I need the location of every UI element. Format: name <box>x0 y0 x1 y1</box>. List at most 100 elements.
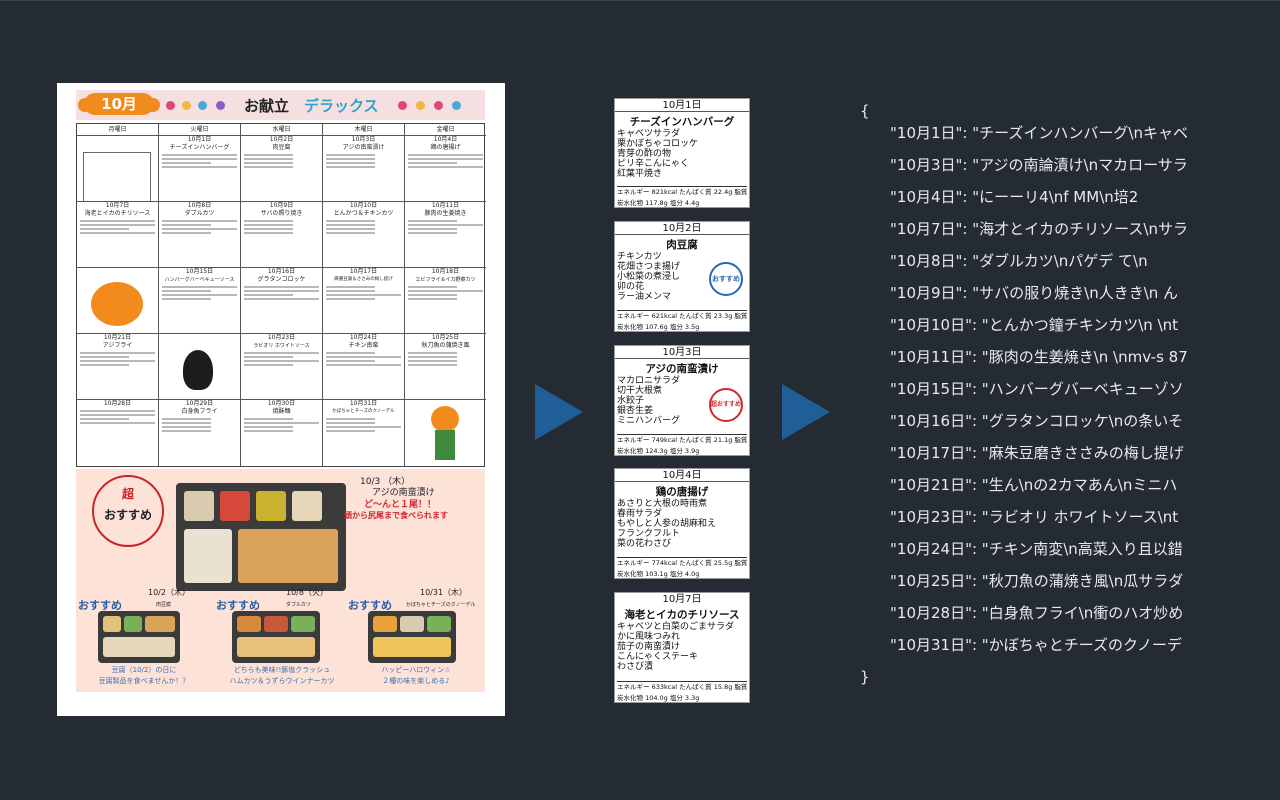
json-output: { "10月1日": "チーズインハンバーグ\nキャベ "10月3日": "アジ… <box>860 100 1222 700</box>
crop-dish: 肉豆腐 <box>666 239 698 251</box>
cell-dish: 麻婆豆腐＆ささみの梅し提げ <box>334 277 393 282</box>
cell-date: 10月23日 <box>267 334 296 341</box>
flow-arrow <box>782 384 830 440</box>
pumpkin-icon <box>78 98 92 112</box>
weekday-header: 月曜日 <box>77 124 159 136</box>
cell-date: 10月31日 <box>349 400 378 407</box>
crop-date: 10月2日 <box>615 222 749 235</box>
mini-bento-photo <box>98 611 180 663</box>
crop-nutrition-sub: 炭水化物 117.8g 塩分 4.4g <box>617 199 700 207</box>
calendar-cell[interactable]: 10月3日 アジの南蛮漬け <box>323 136 405 202</box>
cell-dish: サバの照り焼き <box>260 210 303 217</box>
json-line: "10月1日": "チーズインハンバーグ\nキャベ <box>890 124 1188 142</box>
crop-card: 10月2日 肉豆腐 チキンカツ 花畑さつま揚げ 小松菜の煮浸し 卯の花 ラー油メ… <box>614 221 750 332</box>
recommend-section: 超 おすすめ 10/3 （木） アジの南蛮漬け ど～んと１尾！！ 頭から尻尾まで… <box>76 469 485 692</box>
crop-card: 10月7日 海老とイカのチリソース キャベツと白菜のごまサラダ かに風味つみれ … <box>614 592 750 703</box>
json-line: "10月21日": "生ん\nの2カマあん\nミニハ <box>890 476 1178 494</box>
calendar-cell[interactable]: 10月9日 サバの照り焼き <box>241 202 323 268</box>
crop-dish: アジの南蛮漬け <box>645 363 719 375</box>
calendar-cell[interactable]: 10月7日 海老とイカのチリソース <box>77 202 159 268</box>
crop-date: 10月4日 <box>615 469 749 482</box>
calendar-cell[interactable]: 10月25日 秋刀魚の蒲焼き風 <box>405 334 486 400</box>
calendar-image-cell <box>77 268 159 334</box>
candy-icon <box>198 101 207 110</box>
calendar-cell[interactable]: 10月16日 グラタンコロッケ <box>241 268 323 334</box>
json-line: "10月9日": "サバの服り焼き\n人きき\n ん <box>890 284 1179 302</box>
cell-dish: 肉豆腐 <box>272 144 291 151</box>
candy-icon <box>182 101 191 110</box>
menu-sheet: 10月 お献立 デラックス 月曜日 火曜日 水曜日 木曜日 金曜日 10月1日 … <box>57 83 505 716</box>
json-line: "10月16日": "グラタンコロッケ\nの条いそ <box>890 412 1184 430</box>
calendar-cell[interactable]: 10月31日 かぼちゃとチーズのクノーデル <box>323 400 405 466</box>
cell-dish: ダブルカツ <box>184 210 215 217</box>
cell-date: 10月18日 <box>431 268 460 275</box>
candy-icon <box>416 101 425 110</box>
calendar-cell[interactable]: 10月24日 チキン南蛮 <box>323 334 405 400</box>
promo-catch: ど～んと１尾！！ <box>364 500 437 510</box>
calendar-cell[interactable]: 10月15日 ハンバーグバーベキューソース <box>159 268 241 334</box>
bento-photo <box>176 483 346 591</box>
json-line: "10月8日": "ダブルカツ\nパゲデ て\n <box>890 252 1148 270</box>
cell-dish: 秋刀魚の蒲焼き風 <box>421 342 470 349</box>
mini-date: 10/31（木） <box>420 588 468 597</box>
calendar-cell[interactable]: 10月17日 麻婆豆腐＆ささみの梅し提げ <box>323 268 405 334</box>
candy-icon <box>166 101 175 110</box>
calendar-note-cell <box>77 136 159 202</box>
json-line: "10月17日": "麻朱豆磨きささみの梅し提げ <box>890 444 1184 462</box>
calendar-cell[interactable]: 10月23日 ラビオリ ホワイトソース <box>241 334 323 400</box>
cell-date: 10月1日 <box>187 136 212 143</box>
calendar-cell[interactable]: 10月28日 <box>77 400 159 466</box>
calendar-cell[interactable]: 10月2日 肉豆腐 <box>241 136 323 202</box>
menu-banner: 10月 お献立 デラックス <box>76 90 485 120</box>
menu-title-deluxe: デラックス <box>304 97 379 115</box>
cell-dish: とんかつ＆チキンカツ <box>333 210 394 217</box>
json-line: "10月3日": "アジの南論漬け\nマカローサラ <box>890 156 1188 174</box>
weekday-header: 水曜日 <box>241 124 323 136</box>
mini-bento-photo <box>368 611 456 663</box>
crop-nutrition: エネルギー 749kcal たんぱく質 21.1g 脂質 16.6g <box>617 434 749 444</box>
menu-calendar: 月曜日 火曜日 水曜日 木曜日 金曜日 10月1日 チーズインハンバーグ 10月… <box>76 123 486 467</box>
cell-dish: アジの南蛮漬け <box>342 144 385 151</box>
crop-date: 10月7日 <box>662 594 702 605</box>
weekday-header: 木曜日 <box>323 124 405 136</box>
calendar-cell[interactable]: 10月11日 豚肉の生姜焼き <box>405 202 486 268</box>
cell-dish: グラタンコロッケ <box>257 276 306 283</box>
weekday-header: 金曜日 <box>405 124 486 136</box>
mini-dish: ダブルカツ <box>286 602 311 608</box>
cell-date: 10月10日 <box>349 202 378 209</box>
calendar-cell[interactable]: 10月30日 焼酥麺 <box>241 400 323 466</box>
cell-date: 10月11日 <box>431 202 460 209</box>
cell-date: 10月4日 <box>433 136 458 143</box>
json-line: "10月15日": "ハンバーグバーベキューゾソ <box>890 380 1184 398</box>
calendar-cell[interactable]: 10月8日 ダブルカツ <box>159 202 241 268</box>
pumpkin-scarecrow-image <box>431 406 459 432</box>
calendar-cell[interactable]: 10月21日 アジフライ <box>77 334 159 400</box>
promo-catch-sub: 頭から尻尾まで食べられます <box>344 511 448 520</box>
crop-dish: 海老とイカのチリソース <box>624 609 740 621</box>
json-line: "10月23日": "ラビオリ ホワイトソース\nt <box>890 508 1179 526</box>
flow-arrow <box>535 384 583 440</box>
super-recommend-stamp: 超おすすめ <box>709 388 743 422</box>
pumpkin-gratin-image <box>91 282 143 326</box>
calendar-cell[interactable]: 10月29日 白身魚フライ <box>159 400 241 466</box>
cell-date: 10月21日 <box>103 334 132 341</box>
cell-date: 10月16日 <box>267 268 296 275</box>
black-cat-image <box>183 350 213 390</box>
crop-nutrition-sub: 炭水化物 124.3g 塩分 3.9g <box>617 447 700 455</box>
calendar-cell[interactable]: 10月1日 チーズインハンバーグ <box>159 136 241 202</box>
calendar-image-cell <box>405 400 486 466</box>
mini-caption: どちらも美味!!豚塩クラッシュ ハムカツ＆うずらウインナーカツ <box>229 666 335 685</box>
mini-date: 10/2（木） <box>148 588 190 597</box>
mini-caption: ハッピーハロウィン☆ ２種の味を楽しめる♪ <box>381 666 451 685</box>
calendar-cell[interactable]: 10月10日 とんかつ＆チキンカツ <box>323 202 405 268</box>
calendar-cell[interactable]: 10月4日 鶏の唐揚げ <box>405 136 486 202</box>
crop-nutrition-sub: 炭水化物 107.6g 塩分 3.5g <box>617 323 700 331</box>
json-line: "10月11日": "豚肉の生姜焼き\n \nmv-s 87 <box>890 348 1188 366</box>
calendar-cell[interactable]: 10月18日 エビフライ＆イカ野菜カツ <box>405 268 486 334</box>
json-line: "10月10日": "とんかつ鐘チキンカツ\n \nt <box>890 316 1179 334</box>
crop-nutrition-sub: 炭水化物 103.1g 塩分 4.0g <box>617 570 700 578</box>
json-line: "10月28日": "白身魚フライ\n衝のハオ炒め <box>890 604 1184 622</box>
cell-dish: 豚肉の生姜焼き <box>424 210 467 217</box>
crop-card: 10月1日 チーズインハンバーグ キャベツサラダ 栗かぼちゃコロッケ 青芽の酢の… <box>614 98 750 208</box>
json-close-brace: } <box>860 668 870 686</box>
